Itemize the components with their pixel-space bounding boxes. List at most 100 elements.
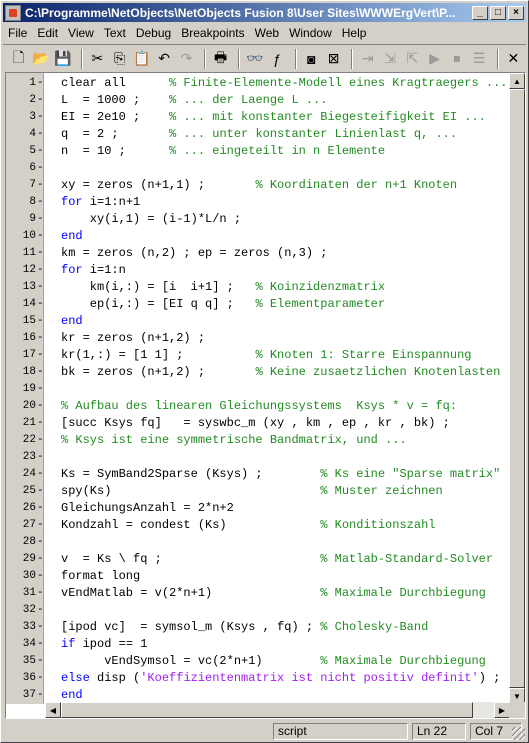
menu-window[interactable]: Window <box>284 26 337 40</box>
breakpoint-marker[interactable]: - <box>37 92 44 109</box>
breakpoint-marker[interactable]: - <box>37 364 44 381</box>
step-in-icon[interactable]: ⇲ <box>381 48 400 70</box>
breakpoint-marker[interactable]: - <box>37 585 44 602</box>
breakpoint-marker[interactable]: - <box>37 75 44 92</box>
breakpoint-marker[interactable]: - <box>37 534 44 551</box>
code-line[interactable]: bk = zeros (n+1,2) ; % Keine zusaetzlich… <box>61 364 500 381</box>
scroll-right-icon[interactable]: ▶ <box>494 702 510 718</box>
breakpoint-marker[interactable]: - <box>37 262 44 279</box>
menu-file[interactable]: File <box>3 26 32 40</box>
breakpoint-marker[interactable]: - <box>37 466 44 483</box>
copy-icon[interactable]: ⎘ <box>110 48 129 70</box>
breakpoint-marker[interactable]: - <box>37 228 44 245</box>
new-file-icon[interactable]: 🗋 <box>9 48 28 70</box>
code-line[interactable]: q = 2 ; % ... unter konstanter Linienlas… <box>61 126 457 143</box>
print-icon[interactable]: 🖶 <box>211 48 230 70</box>
line-number-gutter[interactable]: 1-2-3-4-5-6-7-8-9-10-11-12-13-14-15-16-1… <box>6 73 44 704</box>
clear-breakpoints-icon[interactable]: ⊠ <box>324 48 343 70</box>
code-line[interactable]: km(i,:) = [i i+1] ; % Koinzidenzmatrix <box>61 279 385 296</box>
scroll-up-icon[interactable]: ▲ <box>509 73 525 89</box>
code-line[interactable]: spy(Ks) % Muster zeichnen <box>61 483 443 500</box>
code-line[interactable]: L = 1000 ; % ... der Laenge L ... <box>61 92 327 109</box>
breakpoint-marker[interactable]: - <box>37 398 44 415</box>
breakpoint-marker[interactable]: - <box>37 619 44 636</box>
code-line[interactable]: xy(i,1) = (i-1)*L/n ; <box>61 211 241 228</box>
breakpoint-marker[interactable]: - <box>37 296 44 313</box>
code-area[interactable]: clear all % Finite-Elemente-Modell eines… <box>45 73 510 704</box>
code-line[interactable]: EI = 2e10 ; % ... mit konstanter Biegest… <box>61 109 486 126</box>
breakpoint-marker[interactable]: - <box>37 602 44 619</box>
code-editor[interactable]: 1-2-3-4-5-6-7-8-9-10-11-12-13-14-15-16-1… <box>5 72 526 719</box>
breakpoint-marker[interactable]: - <box>37 500 44 517</box>
breakpoint-marker[interactable]: - <box>37 568 44 585</box>
step-out-icon[interactable]: ⇱ <box>403 48 422 70</box>
horizontal-scrollbar[interactable]: ◀ ▶ <box>45 702 510 718</box>
code-line[interactable]: format long <box>61 568 140 585</box>
breakpoint-marker[interactable]: - <box>37 687 44 704</box>
stack-icon[interactable]: ☰ <box>470 48 489 70</box>
set-breakpoint-icon[interactable]: ◙ <box>302 48 321 70</box>
code-line[interactable]: v = Ks \ fq ; % Matlab-Standard-Solver <box>61 551 493 568</box>
breakpoint-marker[interactable]: - <box>37 670 44 687</box>
maximize-button[interactable]: □ <box>490 5 506 20</box>
menu-help[interactable]: Help <box>337 26 372 40</box>
breakpoint-marker[interactable]: - <box>37 517 44 534</box>
undo-icon[interactable]: ↶ <box>155 48 174 70</box>
code-line[interactable]: end <box>61 313 83 330</box>
scroll-left-icon[interactable]: ◀ <box>45 702 61 718</box>
paste-icon[interactable]: 📋 <box>132 48 151 70</box>
horizontal-scroll-thumb[interactable] <box>61 702 473 718</box>
breakpoint-marker[interactable]: - <box>37 432 44 449</box>
menu-web[interactable]: Web <box>250 26 284 40</box>
title-bar[interactable]: C:\Programme\NetObjects\NetObjects Fusio… <box>3 3 526 22</box>
code-line[interactable]: else disp ('Koeffizientenmatrix ist nich… <box>61 670 500 687</box>
code-line[interactable]: [ipod vc] = symsol_m (Ksys , fq) ; % Cho… <box>61 619 428 636</box>
breakpoint-marker[interactable]: - <box>37 653 44 670</box>
close-doc-icon[interactable]: ✕ <box>504 48 523 70</box>
breakpoint-marker[interactable]: - <box>37 636 44 653</box>
menu-breakpoints[interactable]: Breakpoints <box>176 26 249 40</box>
code-line[interactable]: [succ Ksys fq] = syswbc_m (xy , km , ep … <box>61 415 450 432</box>
breakpoint-marker[interactable]: - <box>37 126 44 143</box>
code-line[interactable]: km = zeros (n,2) ; ep = zeros (n,3) ; <box>61 245 327 262</box>
matlab-app-icon[interactable] <box>5 4 21 21</box>
code-line[interactable]: GleichungsAnzahl = 2*n+2 <box>61 500 234 517</box>
code-line[interactable]: clear all % Finite-Elemente-Modell eines… <box>61 75 508 92</box>
vertical-scroll-thumb[interactable] <box>509 89 525 688</box>
cut-icon[interactable]: ✂ <box>88 48 107 70</box>
code-line[interactable]: n = 10 ; % ... eingeteilt in n Elemente <box>61 143 385 160</box>
breakpoint-marker[interactable]: - <box>37 211 44 228</box>
breakpoint-marker[interactable]: - <box>37 330 44 347</box>
breakpoint-marker[interactable]: - <box>37 245 44 262</box>
code-line[interactable]: end <box>61 228 83 245</box>
continue-icon[interactable]: ▶ <box>425 48 444 70</box>
code-line[interactable]: for i=1:n+1 <box>61 194 140 211</box>
code-line[interactable]: kr(1,:) = [1 1] ; % Knoten 1: Starre Ein… <box>61 347 471 364</box>
code-line[interactable]: ep(i,:) = [EI q q] ; % Elementparameter <box>61 296 385 313</box>
code-line[interactable]: vEndSymsol = vc(2*n+1) % Maximale Durchb… <box>61 653 486 670</box>
code-line[interactable]: % Aufbau des linearen Gleichungssystems … <box>61 398 457 415</box>
breakpoint-marker[interactable]: - <box>37 279 44 296</box>
code-line[interactable]: if ipod == 1 <box>61 636 147 653</box>
code-line[interactable]: Kondzahl = condest (Ks) % Konditionszahl <box>61 517 435 534</box>
breakpoint-marker[interactable]: - <box>37 381 44 398</box>
function-icon[interactable]: ƒ <box>268 48 287 70</box>
menu-edit[interactable]: Edit <box>32 26 63 40</box>
redo-icon[interactable]: ↷ <box>177 48 196 70</box>
menu-text[interactable]: Text <box>99 26 131 40</box>
breakpoint-marker[interactable]: - <box>37 177 44 194</box>
find-icon[interactable]: 👓 <box>245 48 264 70</box>
exit-debug-icon[interactable]: ⏹ <box>447 48 466 70</box>
code-line[interactable]: Ks = SymBand2Sparse (Ksys) ; % Ks eine "… <box>61 466 500 483</box>
save-icon[interactable]: 💾 <box>54 48 73 70</box>
step-icon[interactable]: ⇥ <box>358 48 377 70</box>
code-line[interactable]: kr = zeros (n+1,2) ; <box>61 330 205 347</box>
code-line[interactable]: % Ksys ist eine symmetrische Bandmatrix,… <box>61 432 407 449</box>
breakpoint-marker[interactable]: - <box>37 143 44 160</box>
minimize-button[interactable]: _ <box>472 5 488 20</box>
code-line[interactable]: vEndMatlab = v(2*n+1) % Maximale Durchbi… <box>61 585 486 602</box>
breakpoint-marker[interactable]: - <box>37 194 44 211</box>
breakpoint-marker[interactable]: - <box>37 313 44 330</box>
close-button[interactable]: × <box>508 5 524 20</box>
breakpoint-marker[interactable]: - <box>37 415 44 432</box>
